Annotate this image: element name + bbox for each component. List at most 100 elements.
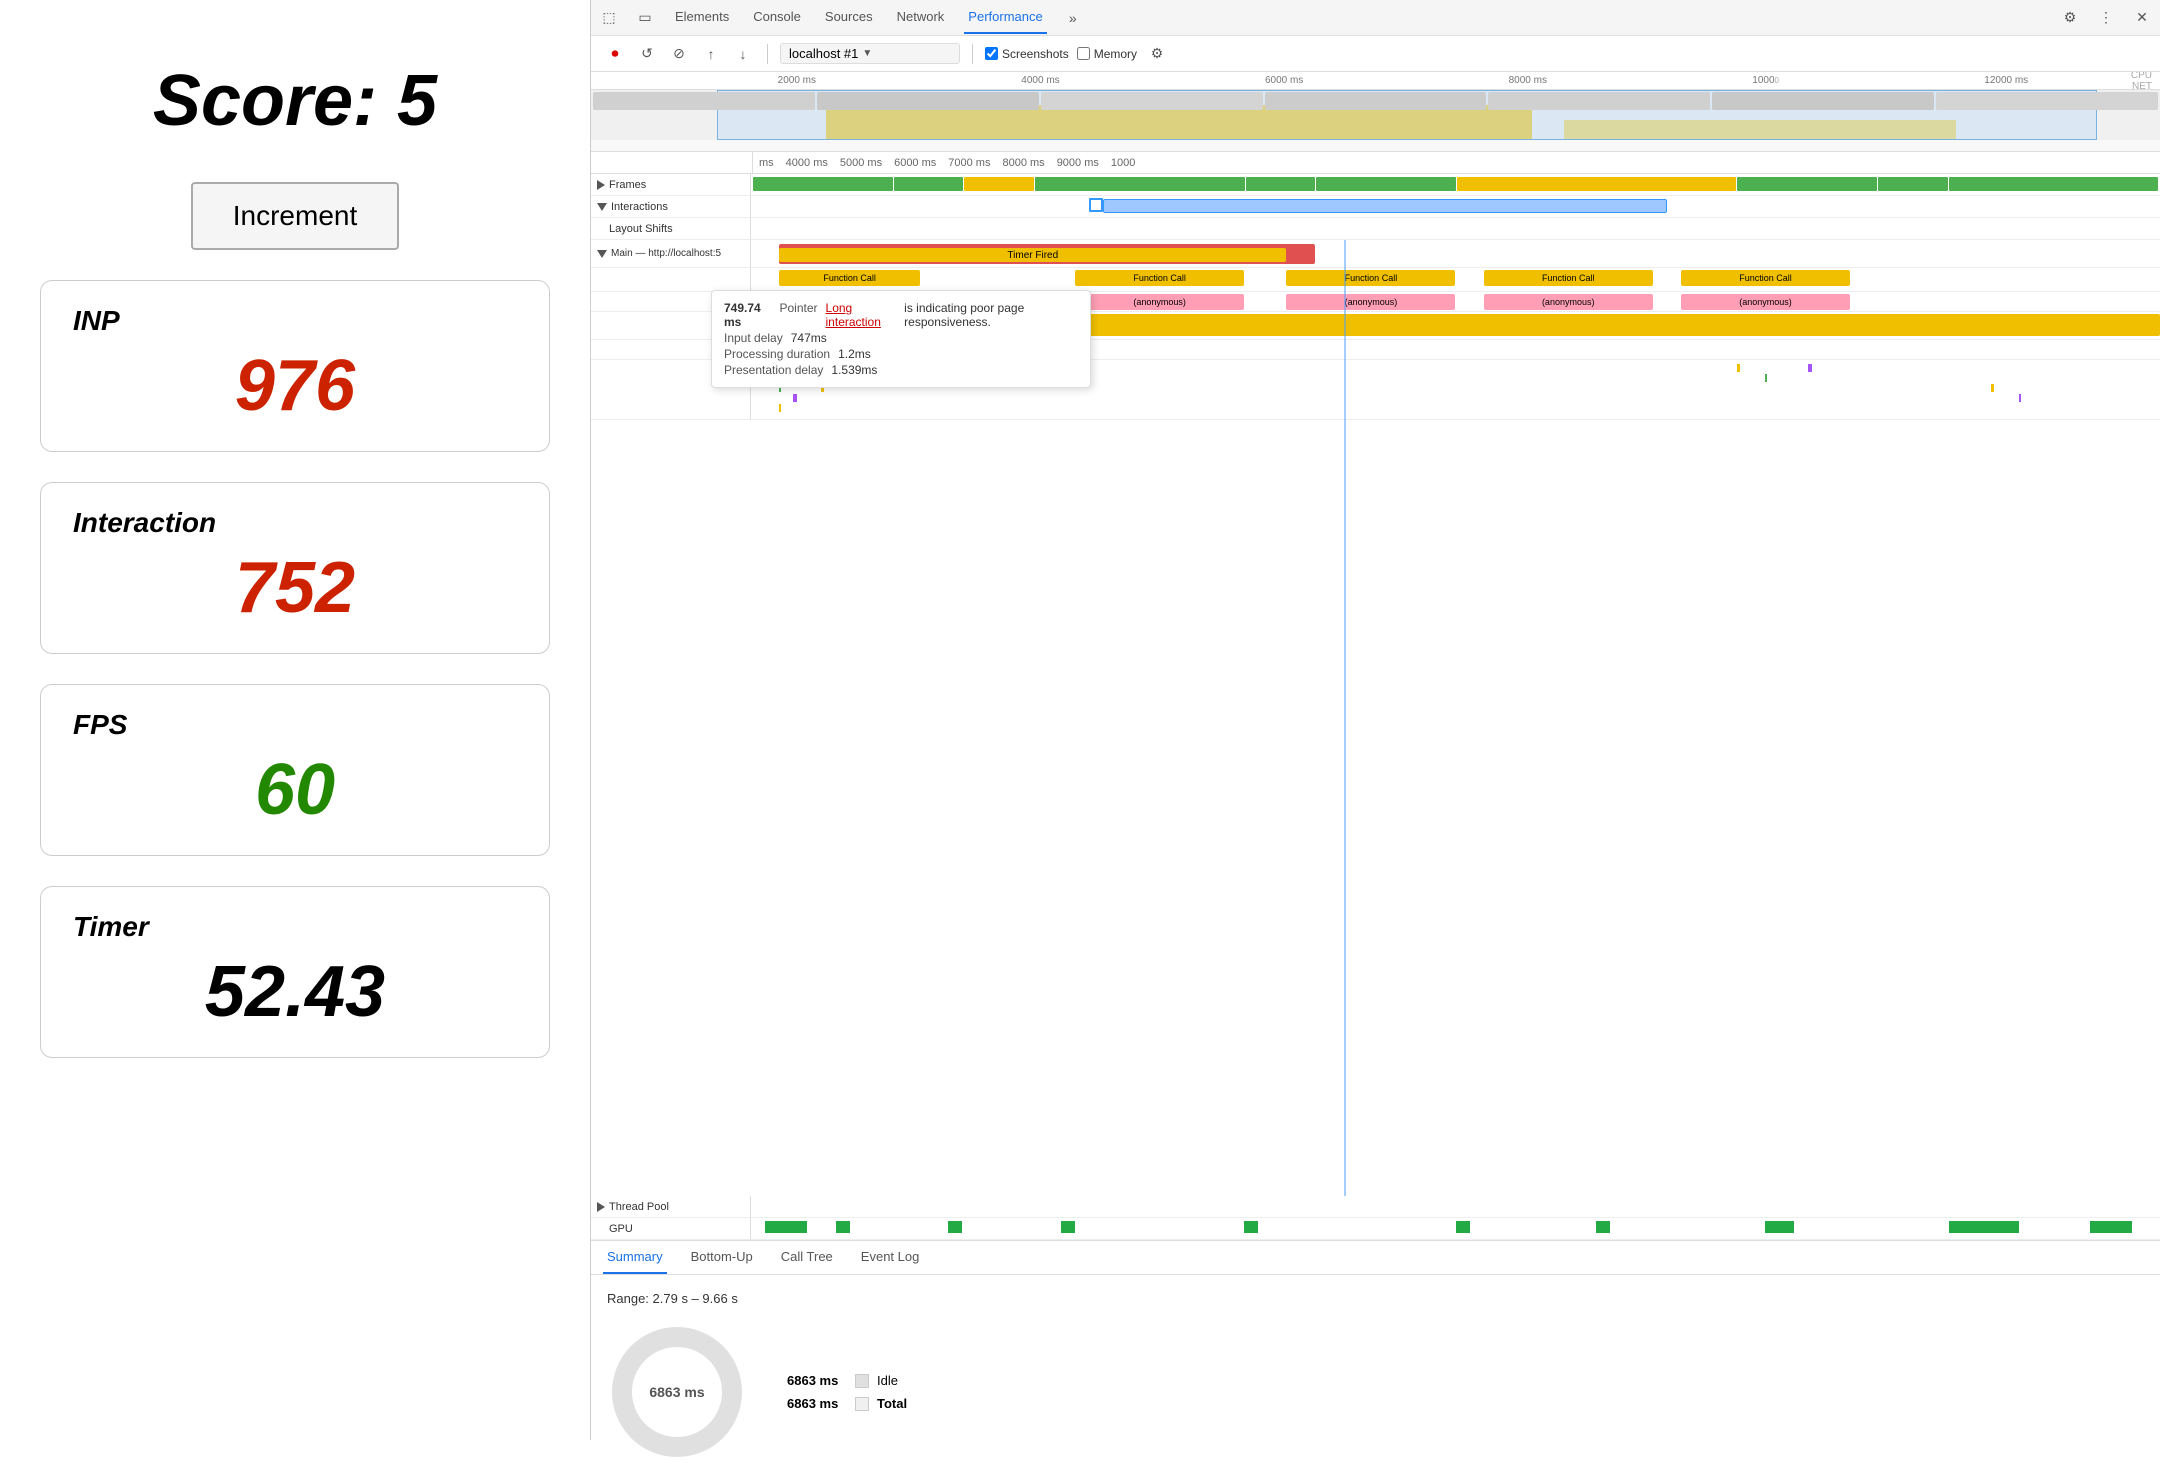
- record-button[interactable]: ⏺: [603, 42, 627, 66]
- url-dropdown-icon[interactable]: ▼: [862, 48, 872, 59]
- frames-track: Frames: [591, 174, 2160, 196]
- tab-call-tree[interactable]: Call Tree: [777, 1241, 837, 1274]
- gpu-bar-5: [1244, 1221, 1258, 1233]
- anon-3[interactable]: (anonymous): [1286, 294, 1455, 310]
- function-call-1[interactable]: Function Call: [779, 270, 920, 286]
- inspect-icon[interactable]: ⬚: [599, 8, 619, 28]
- increment-button[interactable]: Increment: [191, 182, 400, 250]
- gpu-bar-2: [836, 1221, 850, 1233]
- device-icon[interactable]: ▭: [635, 8, 655, 28]
- screenshots-checkbox[interactable]: [985, 47, 998, 60]
- gpu-bar-4: [1061, 1221, 1075, 1233]
- gpu-bar-1: [765, 1221, 807, 1233]
- interactions-content: [751, 196, 2160, 217]
- function-call-5[interactable]: Function Call: [1681, 270, 1850, 286]
- timeline-container: ms 4000 ms 5000 ms 6000 ms 7000 ms 8000 …: [591, 152, 2160, 1240]
- fps-card: FPS 60: [40, 684, 550, 856]
- legend-idle-swatch: [855, 1374, 869, 1388]
- function-call-2[interactable]: Function Call: [1075, 270, 1244, 286]
- bottom-panel: Summary Bottom-Up Call Tree Event Log Ra…: [591, 1240, 2160, 1440]
- tooltip-input-delay-row: Input delay 747ms: [724, 331, 1078, 345]
- interaction-label: Interaction: [73, 507, 517, 539]
- fps-label: FPS: [73, 709, 517, 741]
- layout-shifts-content: [751, 218, 2160, 239]
- interaction-card: Interaction 752: [40, 482, 550, 654]
- gpu-bar-3: [948, 1221, 962, 1233]
- layout-shifts-track: Layout Shifts: [591, 218, 2160, 240]
- anon-5[interactable]: (anonymous): [1681, 294, 1850, 310]
- tab-bottom-up[interactable]: Bottom-Up: [687, 1241, 757, 1274]
- timer-label: Timer: [73, 911, 517, 943]
- legend-idle-ms: 6863 ms: [787, 1373, 847, 1388]
- summary-content: Range: 2.79 s – 9.66 s 6863 ms 6863 ms I: [591, 1275, 2160, 1478]
- left-panel: Score: 5 Increment INP 976 Interaction 7…: [0, 0, 590, 1440]
- cpu-throttle-icon[interactable]: ⚙: [1145, 42, 1169, 66]
- tab-performance[interactable]: Performance: [964, 1, 1046, 34]
- cpu-overview-chart: [591, 90, 2160, 140]
- timeline-overview[interactable]: 2000 ms 4000 ms 6000 ms 8000 ms 10000 12…: [591, 72, 2160, 152]
- tooltip-processing-label: Processing duration: [724, 347, 830, 361]
- donut-center-label: 6863 ms: [649, 1384, 704, 1400]
- main-expand-icon[interactable]: [597, 250, 607, 258]
- reload-button[interactable]: ↺: [635, 42, 659, 66]
- frames-label: Frames: [591, 174, 751, 195]
- frames-content: [751, 174, 2160, 195]
- layout-shifts-label: Layout Shifts: [591, 218, 751, 239]
- screenshots-label: Screenshots: [1002, 47, 1069, 61]
- tab-console[interactable]: Console: [749, 1, 805, 34]
- tab-summary[interactable]: Summary: [603, 1241, 667, 1274]
- interactions-label: Interactions: [591, 196, 751, 217]
- performance-controls: ⏺ ↺ ⊘ ↑ ↓ localhost #1 ▼ Screenshots Mem…: [591, 36, 2160, 72]
- tab-event-log[interactable]: Event Log: [857, 1241, 924, 1274]
- timer-fired-block[interactable]: Timer Fired: [779, 248, 1286, 262]
- memory-toggle[interactable]: Memory: [1077, 47, 1137, 61]
- thread-pool-expand-icon[interactable]: [597, 1202, 605, 1212]
- range-text: Range: 2.79 s – 9.66 s: [607, 1291, 2144, 1306]
- thread-pool-label: Thread Pool: [591, 1196, 751, 1217]
- gpu-bar-6: [1456, 1221, 1470, 1233]
- legend-idle-label: Idle: [877, 1373, 898, 1388]
- score-display: Score: 5: [153, 60, 437, 152]
- donut-chart: 6863 ms: [607, 1322, 747, 1462]
- anon-2[interactable]: (anonymous): [1075, 294, 1244, 310]
- screenshots-toggle[interactable]: Screenshots: [985, 47, 1069, 61]
- ruler-7000: 7000 ms: [942, 157, 996, 169]
- tooltip-processing-row: Processing duration 1.2ms: [724, 347, 1078, 361]
- memory-checkbox[interactable]: [1077, 47, 1090, 60]
- legend-items: 6863 ms Idle 6863 ms Total: [787, 1373, 907, 1411]
- function-call-4[interactable]: Function Call: [1484, 270, 1653, 286]
- url-bar[interactable]: localhost #1 ▼: [780, 43, 960, 64]
- inp-value: 976: [73, 345, 517, 427]
- gpu-bar-10: [2090, 1221, 2132, 1233]
- tab-elements[interactable]: Elements: [671, 1, 733, 34]
- inp-card: INP 976: [40, 280, 550, 452]
- frames-expand-icon[interactable]: [597, 180, 605, 190]
- clear-button[interactable]: ⊘: [667, 42, 691, 66]
- fps-value: 60: [73, 749, 517, 831]
- function-call-3[interactable]: Function Call: [1286, 270, 1455, 286]
- tooltip-event: Pointer: [779, 301, 817, 329]
- thread-pool-track: Thread Pool: [591, 1196, 2160, 1218]
- tooltip-input-delay-value: 747ms: [791, 331, 827, 345]
- anon-4[interactable]: (anonymous): [1484, 294, 1653, 310]
- download-button[interactable]: ↓: [731, 42, 755, 66]
- tab-network[interactable]: Network: [893, 1, 949, 34]
- bottom-tab-bar: Summary Bottom-Up Call Tree Event Log: [591, 1241, 2160, 1275]
- interactions-expand-icon[interactable]: [597, 203, 607, 211]
- legend-total-swatch: [855, 1397, 869, 1411]
- summary-chart-area: 6863 ms 6863 ms Idle 6863 ms Total: [607, 1322, 2144, 1462]
- close-icon[interactable]: ✕: [2132, 8, 2152, 28]
- tooltip-link[interactable]: Long interaction: [826, 301, 897, 329]
- tab-sources[interactable]: Sources: [821, 1, 877, 34]
- gpu-bar-8: [1765, 1221, 1793, 1233]
- function-calls-content: Function Call Function Call Function Cal…: [751, 268, 2160, 291]
- devtools-panel: ⬚ ▭ Elements Console Sources Network Per…: [590, 0, 2160, 1440]
- legend-total-label: Total: [877, 1396, 907, 1411]
- more-options-icon[interactable]: ⋮: [2096, 8, 2116, 28]
- main-track-label: Main — http://localhost:5: [591, 240, 751, 267]
- upload-button[interactable]: ↑: [699, 42, 723, 66]
- more-tabs-icon[interactable]: »: [1063, 8, 1083, 28]
- thread-pool-content: [751, 1196, 2160, 1217]
- settings-icon[interactable]: ⚙: [2060, 8, 2080, 28]
- ruler-5000: 5000 ms: [834, 157, 888, 169]
